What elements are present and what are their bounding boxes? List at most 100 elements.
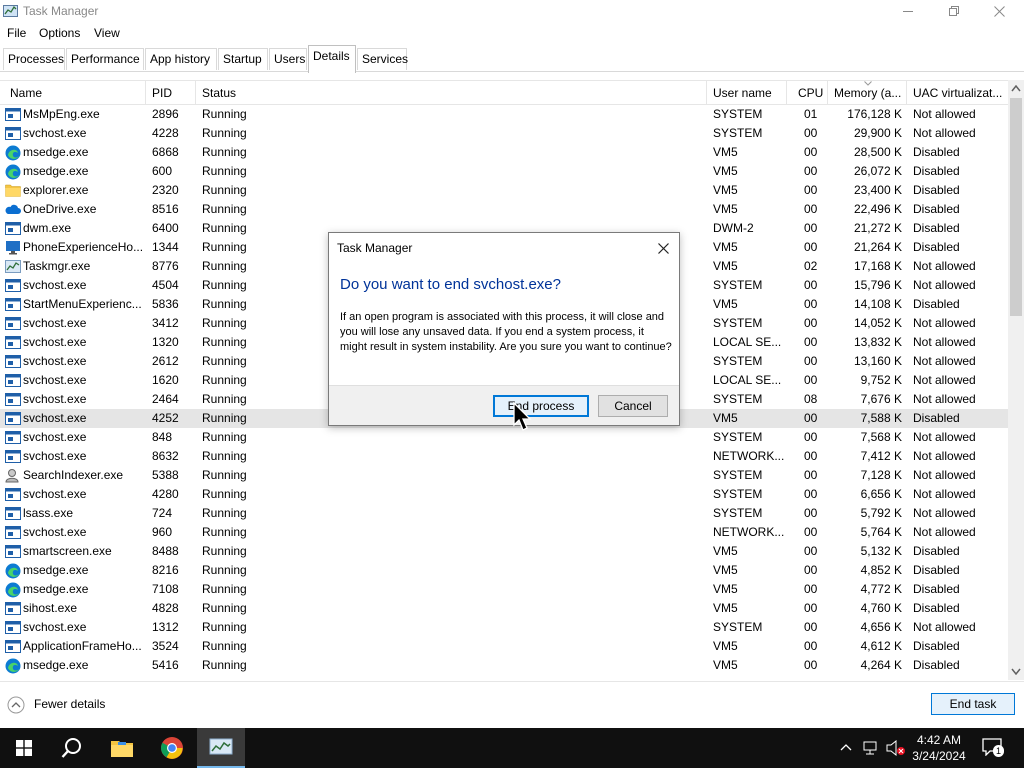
cell-uac: Disabled (913, 411, 960, 425)
column-header-pid[interactable]: PID (146, 81, 196, 105)
column-header-user-name[interactable]: User name (707, 81, 787, 105)
task-manager-icon (5, 259, 21, 274)
cell-pid: 7108 (152, 582, 179, 596)
cancel-button[interactable]: Cancel (598, 395, 668, 417)
column-header-cpu[interactable]: CPU (787, 81, 828, 105)
table-row[interactable]: msedge.exe 6868 Running VM5 00 28,500 K Disabl… (0, 143, 1008, 162)
fewer-details-button[interactable]: Fewer details (7, 694, 157, 716)
tab-performance[interactable]: Performance (66, 48, 144, 70)
table-row[interactable]: svchost.exe 4228 Running SYSTEM 00 29,900 K No… (0, 124, 1008, 143)
cell-status: Running (202, 620, 247, 634)
cell-user-name: SYSTEM (713, 620, 763, 634)
tab-processes[interactable]: Processes (3, 48, 65, 70)
table-row[interactable]: SearchIndexer.exe 5388 Running SYSTEM 00 7,12… (0, 466, 1008, 485)
table-row[interactable]: MsMpEng.exe 2896 Running SYSTEM 01 176,128 K N… (0, 105, 1008, 124)
cell-cpu: 00 (804, 544, 818, 558)
cell-pid: 1312 (152, 620, 179, 634)
cell-memory: 15,796 K (853, 278, 902, 292)
menu-options[interactable]: Options (39, 26, 80, 40)
table-row[interactable]: msedge.exe 7108 Running VM5 00 4,772 K Disable… (0, 580, 1008, 599)
cell-status: Running (202, 164, 247, 178)
window-title: Task Manager (23, 4, 99, 18)
table-row[interactable]: lsass.exe 724 Running SYSTEM 00 5,792 K Not al… (0, 504, 1008, 523)
table-row[interactable]: msedge.exe 5416 Running VM5 00 4,264 K Disable… (0, 656, 1008, 675)
tab-details[interactable]: Details (308, 45, 356, 73)
table-row[interactable]: ApplicationFrameHo... 3524 Running VM5 00 4,6… (0, 637, 1008, 656)
cell-uac: Not allowed (913, 392, 976, 406)
vertical-scrollbar[interactable] (1008, 80, 1024, 680)
tab-app-history[interactable]: App history (145, 48, 217, 70)
cell-cpu: 00 (804, 164, 818, 178)
cell-name: msedge.exe (23, 563, 89, 577)
volume-muted-icon[interactable] (886, 740, 906, 756)
tab-services[interactable]: Services (357, 48, 408, 70)
cell-user-name: SYSTEM (713, 126, 763, 140)
network-icon[interactable] (863, 740, 879, 756)
cell-pid: 6400 (152, 221, 179, 235)
menu-bar: File Options View (0, 22, 1024, 44)
sort-descending-icon (864, 81, 872, 86)
menu-file[interactable]: File (7, 26, 26, 40)
tab-users[interactable]: Users (269, 48, 307, 70)
table-row[interactable]: svchost.exe 960 Running NETWORK... 00 5,764 K… (0, 523, 1008, 542)
cell-uac: Not allowed (913, 430, 976, 444)
scrollbar-thumb[interactable] (1010, 98, 1022, 316)
end-process-button[interactable]: End process (493, 395, 589, 417)
scroll-down-icon[interactable] (1011, 668, 1021, 675)
cell-uac: Not allowed (913, 354, 976, 368)
cell-uac: Not allowed (913, 316, 976, 330)
cell-user-name: VM5 (713, 544, 738, 558)
taskbar-file-explorer[interactable] (98, 728, 146, 768)
restore-button[interactable] (931, 0, 977, 22)
edge-icon (5, 145, 21, 161)
start-button[interactable] (0, 728, 48, 768)
menu-view[interactable]: View (94, 26, 120, 40)
minimize-button[interactable] (885, 0, 931, 22)
table-row[interactable]: svchost.exe 848 Running SYSTEM 00 7,568 K Not … (0, 428, 1008, 447)
table-row[interactable]: OneDrive.exe 8516 Running VM5 00 22,496 K Disa… (0, 200, 1008, 219)
column-header-name[interactable]: Name (0, 81, 146, 105)
scroll-up-icon[interactable] (1011, 85, 1021, 92)
table-row[interactable]: sihost.exe 4828 Running VM5 00 4,760 K Disable… (0, 599, 1008, 618)
system-clock[interactable]: 4:42 AM 3/24/2024 (908, 732, 970, 764)
action-center-button[interactable]: 1 (980, 736, 1006, 760)
column-header-status[interactable]: Status (196, 81, 707, 105)
taskbar-chrome[interactable] (148, 728, 196, 768)
cell-user-name: VM5 (713, 297, 738, 311)
process-icon (5, 278, 21, 293)
column-header-uac[interactable]: UAC virtualizat... (907, 81, 1008, 105)
end-task-button[interactable]: End task (931, 693, 1015, 715)
cell-memory: 13,160 K (853, 354, 902, 368)
cell-pid: 4280 (152, 487, 179, 501)
cell-status: Running (202, 107, 247, 121)
cell-name: msedge.exe (23, 658, 89, 672)
table-row[interactable]: svchost.exe 4280 Running SYSTEM 00 6,656 K Not… (0, 485, 1008, 504)
process-icon (5, 354, 21, 369)
mouse-cursor-icon (513, 402, 532, 431)
close-icon (993, 5, 1005, 17)
cell-memory: 6,656 K (860, 487, 902, 501)
table-row[interactable]: svchost.exe 1312 Running SYSTEM 00 4,656 K Not… (0, 618, 1008, 637)
table-row[interactable]: msedge.exe 600 Running VM5 00 26,072 K Disable… (0, 162, 1008, 181)
search-button[interactable] (48, 728, 96, 768)
cell-status: Running (202, 145, 247, 159)
taskbar-task-manager[interactable] (197, 728, 245, 768)
cell-user-name: VM5 (713, 240, 738, 254)
table-row[interactable]: explorer.exe 2320 Running VM5 00 23,400 K Disa… (0, 181, 1008, 200)
table-row[interactable]: smartscreen.exe 8488 Running VM5 00 5,132 K Di… (0, 542, 1008, 561)
tab-startup[interactable]: Startup (218, 48, 268, 70)
cell-memory: 5,132 K (860, 544, 902, 558)
table-row[interactable]: svchost.exe 8632 Running NETWORK... 00 7,412 … (0, 447, 1008, 466)
cell-cpu: 00 (804, 183, 818, 197)
cell-cpu: 00 (804, 449, 818, 463)
cell-name: Taskmgr.exe (23, 259, 91, 273)
cell-pid: 8216 (152, 563, 179, 577)
table-row[interactable]: msedge.exe 8216 Running VM5 00 4,852 K Disable… (0, 561, 1008, 580)
cell-cpu: 00 (804, 240, 818, 254)
cell-pid: 4228 (152, 126, 179, 140)
close-button[interactable] (976, 0, 1022, 22)
show-hidden-icons-icon[interactable] (840, 743, 852, 751)
dialog-close-button[interactable] (651, 237, 675, 259)
cell-user-name: SYSTEM (713, 278, 763, 292)
cell-cpu: 00 (804, 411, 818, 425)
